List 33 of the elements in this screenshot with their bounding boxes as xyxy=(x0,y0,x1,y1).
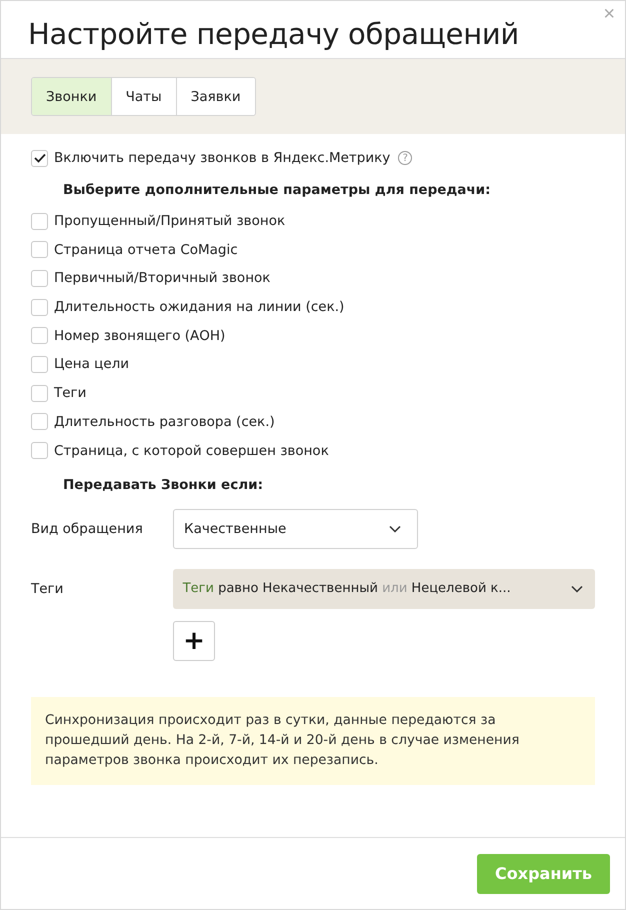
checkbox[interactable] xyxy=(31,356,48,373)
checkbox-label: Страница, с которой совершен звонок xyxy=(54,442,329,459)
add-condition-button[interactable]: + xyxy=(173,620,215,661)
section-heading: Передавать Звонки если: xyxy=(63,476,263,493)
checkbox[interactable] xyxy=(31,270,48,287)
checkbox-label: Первичный/Вторичный звонок xyxy=(54,270,270,286)
checkbox-label: Длительность разговора (сек.) xyxy=(54,414,275,430)
checkbox[interactable] xyxy=(31,442,48,460)
field-label: Вид обращения xyxy=(31,520,144,537)
checkbox-label: Пропущенный/Принятый звонок xyxy=(54,213,286,230)
request-type-dropdown[interactable]: Качественные xyxy=(173,508,418,549)
tags-filter-dropdown[interactable]: Теги равно Некачественный или Нецелевой к... xyxy=(172,568,595,609)
checkbox[interactable] xyxy=(31,212,48,230)
checkbox-label: Страница отчета CoMagic xyxy=(54,242,238,258)
field-label: Теги xyxy=(31,580,64,597)
section-heading: Выберите дополнительные параметры для передачи: xyxy=(63,182,491,198)
checkbox-label: Включить передачу звонков в Яндекс.Метрику xyxy=(54,150,390,166)
checkbox-label: Номер звонящего (АОН) xyxy=(54,328,226,344)
dialog-title: Настройте передачу обращений xyxy=(28,17,519,53)
checkbox[interactable] xyxy=(31,241,48,258)
checkbox-label: Теги xyxy=(54,385,86,402)
checkbox[interactable] xyxy=(31,384,48,402)
caret-icon xyxy=(389,524,401,533)
tab[interactable]: Заявки xyxy=(176,78,255,115)
checkbox[interactable] xyxy=(31,413,48,430)
tab[interactable]: Звонки xyxy=(32,78,111,115)
checkbox[interactable] xyxy=(31,298,48,316)
checkbox[interactable] xyxy=(31,150,48,167)
caret-icon xyxy=(571,584,583,593)
info-note: Синхронизация происходит раз в сутки, данные передаются за прошедший день. На 2-й, 7-й, 14-й и 20-й день в случае изменения параметров звонка происходит их перезапись. xyxy=(31,696,595,785)
checkbox[interactable] xyxy=(31,327,48,344)
checkbox-label: Цена цели xyxy=(54,356,130,372)
checkbox-label: Длительность ожидания на линии (сек.) xyxy=(54,299,344,316)
